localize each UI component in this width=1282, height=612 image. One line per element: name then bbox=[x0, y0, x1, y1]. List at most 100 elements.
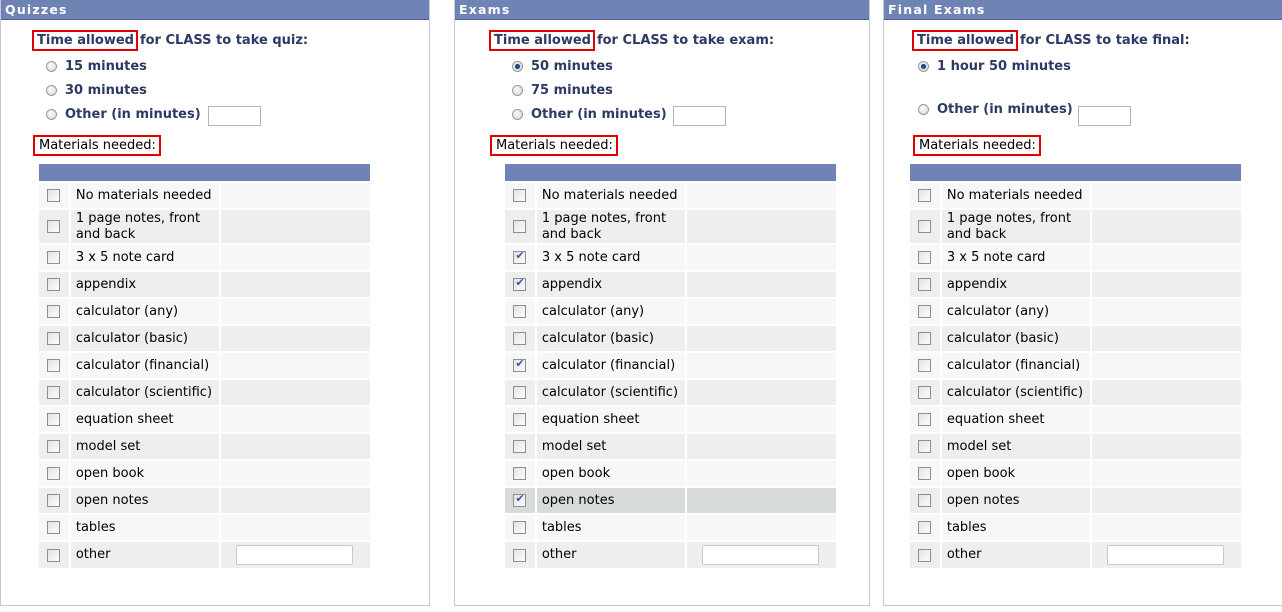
checkbox-unchecked-icon[interactable] bbox=[513, 305, 527, 318]
checkbox-unchecked-icon[interactable] bbox=[47, 278, 61, 291]
radio-selected-icon[interactable] bbox=[918, 61, 929, 72]
time-option-other-in-minutes[interactable]: Other (in minutes) bbox=[512, 107, 667, 122]
material-label: calculator (basic) bbox=[940, 324, 1093, 352]
time-option-15-minutes[interactable]: 15 minutes bbox=[46, 59, 147, 74]
material-extra-cell bbox=[686, 243, 836, 271]
checkbox-unchecked-icon[interactable] bbox=[47, 332, 61, 345]
material-extra-cell bbox=[1091, 432, 1241, 460]
time-option-1-hour-50-minutes[interactable]: 1 hour 50 minutes bbox=[918, 59, 1071, 74]
radio-unselected-icon[interactable] bbox=[512, 85, 523, 96]
material-row-equation-sheet: equation sheet bbox=[910, 405, 1241, 433]
material-row-other: other bbox=[39, 540, 370, 568]
material-row-calculator-any: calculator (any) bbox=[39, 297, 370, 325]
time-option-30-minutes[interactable]: 30 minutes bbox=[46, 83, 147, 98]
checkbox-unchecked-icon[interactable] bbox=[918, 189, 932, 202]
material-extra-cell bbox=[1091, 351, 1241, 379]
material-label: other bbox=[69, 540, 222, 568]
radio-unselected-icon[interactable] bbox=[918, 104, 929, 115]
material-row-no-materials-needed: No materials needed bbox=[910, 181, 1241, 209]
checkbox-unchecked-icon[interactable] bbox=[47, 521, 61, 534]
checkbox-unchecked-icon[interactable] bbox=[918, 278, 932, 291]
material-row-calculator-basic: calculator (basic) bbox=[505, 324, 836, 352]
checkbox-unchecked-icon[interactable] bbox=[513, 386, 527, 399]
panel-final-exams: Final Exams Time allowed for CLASS to take… bbox=[883, 0, 1282, 606]
time-option-other-in-minutes[interactable]: Other (in minutes) bbox=[46, 107, 201, 122]
checkbox-unchecked-icon[interactable] bbox=[918, 521, 932, 534]
checkbox-unchecked-icon[interactable] bbox=[513, 440, 527, 453]
checkbox-unchecked-icon[interactable] bbox=[918, 440, 932, 453]
checkbox-unchecked-icon[interactable] bbox=[918, 220, 932, 233]
checkbox-unchecked-icon[interactable] bbox=[47, 467, 61, 480]
checkbox-unchecked-icon[interactable] bbox=[918, 494, 932, 507]
material-row-calculator-basic: calculator (basic) bbox=[39, 324, 370, 352]
material-label: 1 page notes, front and back bbox=[535, 208, 688, 244]
checkbox-unchecked-icon[interactable] bbox=[918, 305, 932, 318]
material-extra-cell bbox=[220, 513, 370, 541]
material-checkbox-cell bbox=[910, 513, 942, 541]
checkbox-unchecked-icon[interactable] bbox=[47, 251, 61, 264]
material-row-open-notes: open notes bbox=[910, 486, 1241, 514]
checkbox-unchecked-icon[interactable] bbox=[918, 332, 932, 345]
checkbox-checked-icon[interactable] bbox=[513, 249, 527, 264]
radio-unselected-icon[interactable] bbox=[512, 109, 523, 120]
checkbox-unchecked-icon[interactable] bbox=[918, 548, 932, 562]
checkbox-unchecked-icon[interactable] bbox=[47, 359, 61, 372]
materials-needed-highlight: Materials needed: bbox=[490, 135, 618, 156]
checkbox-unchecked-icon[interactable] bbox=[47, 494, 61, 507]
other-minutes-input[interactable] bbox=[1078, 106, 1131, 126]
radio-unselected-icon[interactable] bbox=[46, 85, 57, 96]
radio-unselected-icon[interactable] bbox=[46, 109, 57, 120]
other-minutes-input[interactable] bbox=[208, 106, 261, 126]
checkbox-checked-icon[interactable] bbox=[513, 492, 527, 507]
other-minutes-input[interactable] bbox=[673, 106, 726, 126]
checkbox-checked-icon[interactable] bbox=[513, 357, 527, 372]
time-option-50-minutes[interactable]: 50 minutes bbox=[512, 59, 613, 74]
checkbox-unchecked-icon[interactable] bbox=[918, 386, 932, 399]
material-extra-cell bbox=[1091, 486, 1241, 514]
materials-needed-highlight: Materials needed: bbox=[33, 135, 161, 156]
checkbox-unchecked-icon[interactable] bbox=[47, 413, 61, 426]
material-row-appendix: appendix bbox=[505, 270, 836, 298]
checkbox-unchecked-icon[interactable] bbox=[47, 305, 61, 318]
checkbox-unchecked-icon[interactable] bbox=[513, 220, 527, 233]
material-row-model-set: model set bbox=[39, 432, 370, 460]
checkbox-checked-icon[interactable] bbox=[513, 276, 527, 291]
checkbox-unchecked-icon[interactable] bbox=[918, 359, 932, 372]
time-allowed-highlight: Time allowed bbox=[912, 30, 1018, 51]
material-checkbox-cell bbox=[910, 270, 942, 298]
material-row-calculator-financial: calculator (financial) bbox=[39, 351, 370, 379]
other-material-textarea[interactable] bbox=[702, 545, 820, 565]
material-row-no-materials-needed: No materials needed bbox=[39, 181, 370, 209]
materials-table-header bbox=[910, 164, 1241, 182]
material-row-3-x-5-note-card: 3 x 5 note card bbox=[910, 243, 1241, 271]
material-checkbox-cell bbox=[39, 181, 71, 209]
time-option-label: Other (in minutes) bbox=[937, 102, 1073, 117]
radio-unselected-icon[interactable] bbox=[46, 61, 57, 72]
checkbox-unchecked-icon[interactable] bbox=[513, 189, 527, 202]
material-label: calculator (any) bbox=[535, 297, 688, 325]
time-option-other-in-minutes[interactable]: Other (in minutes) bbox=[918, 102, 1073, 117]
checkbox-unchecked-icon[interactable] bbox=[47, 220, 61, 233]
checkbox-unchecked-icon[interactable] bbox=[47, 189, 61, 202]
checkbox-unchecked-icon[interactable] bbox=[513, 413, 527, 426]
time-option-75-minutes[interactable]: 75 minutes bbox=[512, 83, 613, 98]
checkbox-unchecked-icon[interactable] bbox=[918, 251, 932, 264]
checkbox-unchecked-icon[interactable] bbox=[918, 413, 932, 426]
checkbox-unchecked-icon[interactable] bbox=[47, 440, 61, 453]
checkbox-unchecked-icon[interactable] bbox=[47, 386, 61, 399]
material-row-appendix: appendix bbox=[39, 270, 370, 298]
checkbox-unchecked-icon[interactable] bbox=[513, 521, 527, 534]
other-material-textarea[interactable] bbox=[236, 545, 354, 565]
checkbox-unchecked-icon[interactable] bbox=[47, 548, 61, 562]
material-extra-cell bbox=[220, 324, 370, 352]
material-extra-cell bbox=[686, 459, 836, 487]
material-checkbox-cell bbox=[39, 486, 71, 514]
materials-needed-highlight: Materials needed: bbox=[913, 135, 1041, 156]
other-material-textarea[interactable] bbox=[1107, 545, 1225, 565]
materials-table-header bbox=[39, 164, 370, 182]
checkbox-unchecked-icon[interactable] bbox=[513, 467, 527, 480]
checkbox-unchecked-icon[interactable] bbox=[918, 467, 932, 480]
radio-selected-icon[interactable] bbox=[512, 61, 523, 72]
checkbox-unchecked-icon[interactable] bbox=[513, 548, 527, 562]
checkbox-unchecked-icon[interactable] bbox=[513, 332, 527, 345]
